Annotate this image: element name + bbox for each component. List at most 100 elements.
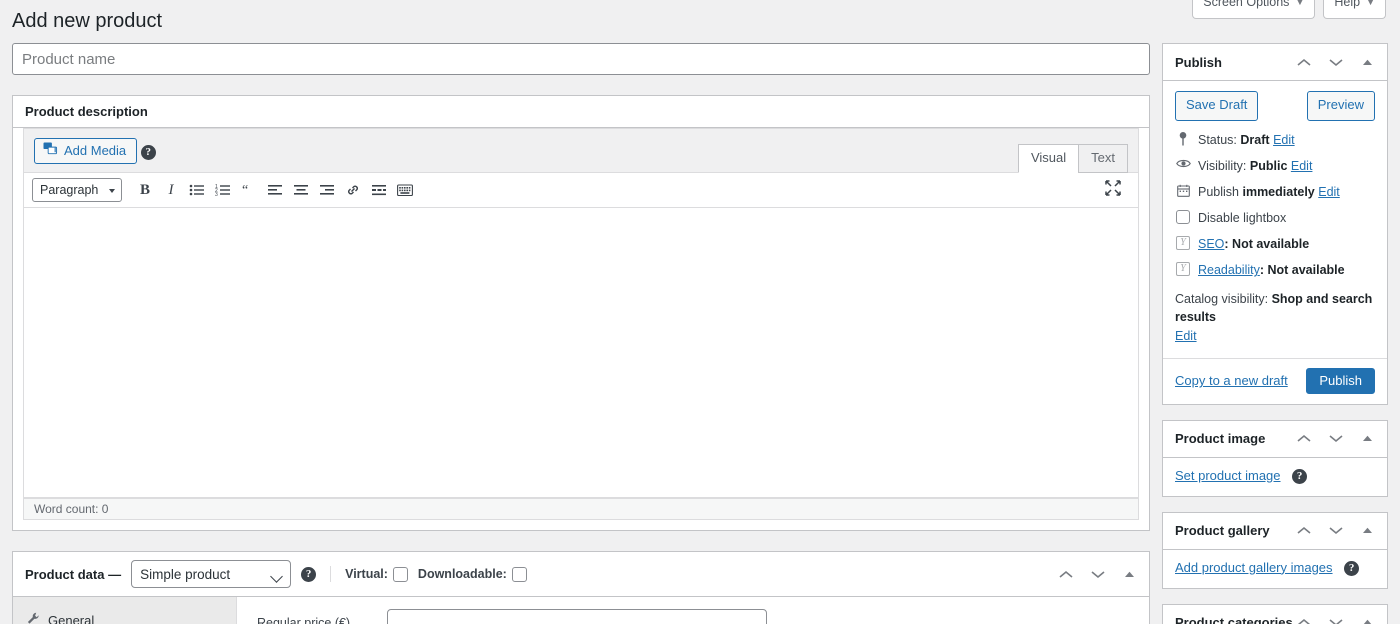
product-gallery-panel: Product gallery Add product gallery imag… — [1162, 511, 1388, 589]
panel-collapse-toggle-icon[interactable] — [1359, 54, 1375, 70]
move-down-icon[interactable] — [1327, 53, 1345, 71]
readability-row: Y Readability: Not available — [1175, 261, 1375, 279]
help-label: Help — [1334, 0, 1361, 9]
add-media-label: Add Media — [64, 143, 127, 158]
product-data-fields: Regular price (€) — [237, 597, 1149, 624]
sidebar-column: Publish Save Draft Preview Status: Draft… — [1162, 43, 1388, 624]
panel-collapse-toggle-icon[interactable] — [1359, 615, 1375, 624]
toolbar-toggle-button[interactable] — [392, 177, 418, 203]
read-more-button[interactable] — [366, 177, 392, 203]
visibility-row: Visibility: Public Edit — [1175, 157, 1375, 175]
status-edit-link[interactable]: Edit — [1273, 133, 1295, 147]
align-right-button[interactable] — [314, 177, 340, 203]
product-image-panel-controls — [1295, 430, 1375, 448]
panel-collapse-toggle-icon[interactable] — [1359, 523, 1375, 539]
media-icon — [43, 142, 58, 159]
help-tip-icon[interactable]: ? — [1344, 560, 1360, 576]
move-down-icon[interactable] — [1327, 522, 1345, 540]
product-data-tab-general[interactable]: General — [13, 605, 236, 624]
help-button[interactable]: Help ▼ — [1323, 0, 1386, 19]
product-categories-title: Product categories — [1175, 615, 1293, 624]
downloadable-checkbox[interactable] — [511, 566, 527, 582]
screen-options-button[interactable]: Screen Options ▼ — [1192, 0, 1316, 19]
bulleted-list-button[interactable] — [184, 177, 210, 203]
publish-panel-footer: Copy to a new draft Publish — [1163, 357, 1387, 404]
publish-time-value: immediately — [1242, 185, 1315, 200]
disable-lightbox-checkbox[interactable] — [1175, 209, 1191, 225]
status-row: Status: Draft Edit — [1175, 131, 1375, 149]
catalog-visibility-row: Catalog visibility: Shop and search resu… — [1175, 290, 1375, 346]
product-image-body: Set product image ? — [1163, 458, 1387, 496]
publish-panel-body: Save Draft Preview Status: Draft Edit Vi… — [1163, 81, 1387, 358]
editor-statusbar: Word count: 0 — [24, 498, 1138, 519]
move-up-icon[interactable] — [1295, 53, 1313, 71]
save-draft-button[interactable]: Save Draft — [1175, 91, 1259, 121]
svg-text:“: “ — [242, 183, 248, 197]
product-name-input[interactable] — [12, 43, 1150, 75]
move-up-icon[interactable] — [1057, 565, 1075, 583]
move-down-icon[interactable] — [1089, 565, 1107, 583]
numbered-list-button[interactable]: 1 2 3 — [210, 177, 236, 203]
preview-button[interactable]: Preview — [1306, 91, 1375, 121]
product-data-header: Product data — Simple product ? Virtual:… — [13, 552, 1149, 597]
publish-actions-row: Save Draft Preview — [1175, 91, 1375, 121]
publish-button[interactable]: Publish — [1306, 367, 1375, 394]
add-media-button[interactable]: Add Media — [34, 138, 138, 164]
publish-time-edit-link[interactable]: Edit — [1318, 185, 1340, 199]
product-categories-panel: Product categories All categories — [1162, 603, 1388, 624]
tab-text[interactable]: Text — [1078, 144, 1128, 173]
seo-link[interactable]: SEO — [1198, 237, 1224, 251]
blockquote-button[interactable]: “ — [236, 177, 262, 203]
paragraph-format-select[interactable]: Paragraph — [32, 178, 122, 202]
product-data-title: Product data — — [25, 566, 122, 582]
disable-lightbox-row[interactable]: Disable lightbox — [1175, 209, 1375, 227]
status-text: Status: Draft Edit — [1198, 131, 1295, 149]
downloadable-checkbox-label[interactable]: Downloadable: — [418, 566, 527, 582]
calendar-icon — [1175, 183, 1191, 197]
help-tip-icon[interactable]: ? — [140, 145, 156, 161]
pin-icon — [1175, 131, 1191, 146]
visibility-edit-link[interactable]: Edit — [1291, 159, 1313, 173]
panel-collapse-toggle-icon[interactable] — [1121, 566, 1137, 582]
screen-meta-links: Screen Options ▼ Help ▼ — [1192, 0, 1386, 19]
virtual-checkbox[interactable] — [392, 566, 408, 582]
publish-time-row: Publish immediately Edit — [1175, 183, 1375, 201]
panel-collapse-toggle-icon[interactable] — [1359, 431, 1375, 447]
catalog-visibility-label: Catalog visibility: — [1175, 291, 1269, 306]
main-column: Product description Add Media — [12, 43, 1150, 624]
publish-time-text: Publish immediately Edit — [1198, 183, 1340, 201]
status-value: Draft — [1240, 132, 1270, 147]
align-center-button[interactable] — [288, 177, 314, 203]
catalog-visibility-edit-link[interactable]: Edit — [1175, 329, 1197, 343]
move-up-icon[interactable] — [1295, 522, 1313, 540]
virtual-checkbox-label[interactable]: Virtual: — [345, 566, 408, 582]
editor-shell: Add Media ? Visual Text Paragraph B I 1 … — [23, 128, 1139, 520]
product-categories-panel-controls — [1295, 614, 1375, 624]
add-product-gallery-images-link[interactable]: Add product gallery images — [1175, 560, 1333, 575]
regular-price-input[interactable] — [387, 609, 767, 624]
svg-text:3: 3 — [215, 192, 218, 197]
tab-visual[interactable]: Visual — [1017, 144, 1080, 173]
move-up-icon[interactable] — [1295, 614, 1313, 624]
move-down-icon[interactable] — [1327, 430, 1345, 448]
insert-link-button[interactable] — [340, 177, 366, 203]
editor-mode-tabs: Visual Text — [1017, 144, 1128, 173]
set-product-image-link[interactable]: Set product image — [1175, 468, 1281, 483]
align-left-button[interactable] — [262, 177, 288, 203]
bold-button[interactable]: B — [132, 177, 158, 203]
product-image-panel: Product image Set product image ? — [1162, 419, 1388, 497]
editor-content-area[interactable] — [24, 208, 1138, 498]
fullscreen-toggle-icon[interactable] — [1104, 179, 1124, 199]
move-up-icon[interactable] — [1295, 430, 1313, 448]
readability-link[interactable]: Readability — [1198, 263, 1260, 277]
move-down-icon[interactable] — [1327, 614, 1345, 624]
help-tip-icon[interactable]: ? — [1292, 468, 1308, 484]
product-gallery-header: Product gallery — [1163, 513, 1387, 550]
help-tip-icon[interactable]: ? — [301, 566, 317, 582]
status-label: Status: — [1198, 132, 1237, 147]
italic-button[interactable]: I — [158, 177, 184, 203]
product-type-select[interactable]: Simple product — [131, 560, 292, 588]
copy-to-new-draft-link[interactable]: Copy to a new draft — [1175, 373, 1288, 388]
regular-price-label: Regular price (€) — [257, 616, 351, 624]
seo-text: SEO: Not available — [1198, 235, 1309, 253]
